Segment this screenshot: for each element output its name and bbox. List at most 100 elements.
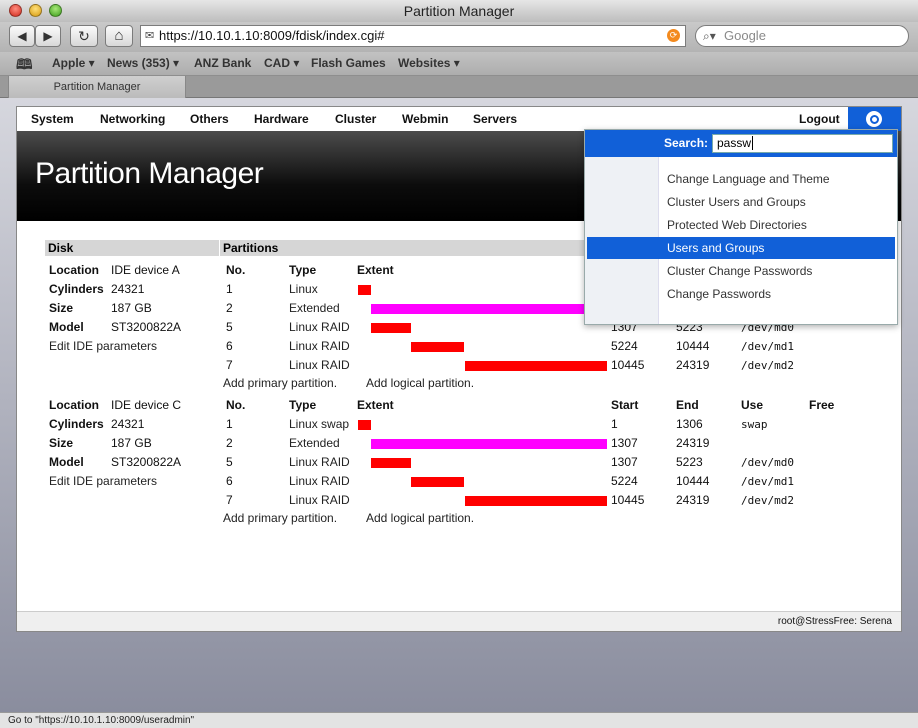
extent-bar (411, 477, 464, 487)
close-window-button[interactable] (9, 4, 22, 17)
menu-others[interactable]: Others (190, 112, 229, 126)
partition-type-link[interactable]: Linux RAID (289, 358, 350, 372)
search-result-item[interactable]: Protected Web Directories (585, 214, 897, 236)
col-extent: Extent (357, 263, 394, 277)
add-primary-partition-link[interactable]: Add primary partition. (223, 511, 337, 525)
forward-button[interactable]: ▶ (35, 25, 61, 47)
extent-bar (371, 439, 607, 449)
search-input[interactable]: passw (712, 134, 893, 153)
search-result-item[interactable]: Cluster Users and Groups (585, 191, 897, 213)
minimize-window-button[interactable] (29, 4, 42, 17)
bookmarks-book-icon[interactable]: 🕮 (16, 54, 33, 78)
search-result-label: Cluster Change Passwords (667, 264, 813, 278)
search-dropdown: Search: passw Change Language and Theme … (584, 129, 898, 325)
partition-type-link[interactable]: Linux swap (289, 417, 349, 431)
zoom-window-button[interactable] (49, 4, 62, 17)
search-result-label: Protected Web Directories (667, 218, 807, 232)
menu-webmin[interactable]: Webmin (402, 112, 448, 126)
cylinders-value: 24321 (111, 282, 145, 296)
size-value: 187 GB (111, 301, 152, 315)
search-icon: ⌕▾ (703, 29, 716, 43)
cylinders-label: Cylinders (49, 282, 104, 296)
partition-end: 1306 (676, 417, 703, 431)
partition-no: 2 (226, 436, 233, 450)
model-value: ST3200822A (111, 320, 182, 334)
tab-bar: Partition Manager (0, 76, 918, 98)
menu-cluster[interactable]: Cluster (335, 112, 376, 126)
partition-end: 10444 (676, 474, 710, 488)
add-logical-partition-link[interactable]: Add logical partition. (366, 511, 474, 525)
search-header: Search: passw (585, 130, 897, 157)
location-value: IDE device C (111, 398, 182, 412)
logout-link[interactable]: Logout (799, 112, 840, 126)
search-icon (866, 111, 882, 127)
partition-start: 1 (611, 417, 618, 431)
partition-no: 5 (226, 320, 233, 334)
google-search-input[interactable]: ⌕▾ Google (695, 25, 909, 47)
tab-label: Partition Manager (53, 81, 141, 93)
search-result-item[interactable]: Cluster Change Passwords (585, 260, 897, 282)
reload-icon: ↻ (78, 28, 90, 44)
col-start: Start (611, 398, 639, 412)
partition-type-link[interactable]: Linux (289, 282, 318, 296)
search-result-label: Users and Groups (667, 241, 765, 255)
window-title: Partition Manager (403, 3, 515, 19)
extent-bar (371, 323, 411, 333)
rss-icon[interactable]: ⟳ (667, 29, 680, 42)
menu-servers[interactable]: Servers (473, 112, 517, 126)
add-logical-partition-link[interactable]: Add logical partition. (366, 376, 474, 390)
menu-networking[interactable]: Networking (100, 112, 165, 126)
window-titlebar: Partition Manager (0, 0, 918, 22)
reload-button[interactable]: ↻ (70, 25, 98, 47)
home-button[interactable]: ⌂ (105, 25, 133, 47)
partition-use: /dev/md1 (741, 475, 794, 488)
location-label: Location (49, 263, 99, 277)
partition-end: 24319 (676, 358, 710, 372)
bookmark-anz-bank[interactable]: ANZ Bank (194, 56, 251, 70)
partition-type-link[interactable]: Linux RAID (289, 339, 350, 353)
back-button[interactable]: ◀ (9, 25, 35, 47)
partition-type-link[interactable]: Extended (289, 301, 340, 315)
col-type: Type (289, 263, 317, 277)
partition-use: /dev/md0 (741, 456, 794, 469)
search-input-value: passw (717, 136, 752, 150)
search-result-label: Cluster Users and Groups (667, 195, 806, 209)
menu-hardware[interactable]: Hardware (254, 112, 309, 126)
cylinders-value: 24321 (111, 417, 145, 431)
menu-system[interactable]: System (31, 112, 74, 126)
address-bar[interactable]: ✉ https://10.10.1.10:8009/fdisk/index.cg… (140, 25, 686, 47)
search-toggle-button[interactable] (848, 107, 901, 131)
bookmark-cad[interactable]: CAD ▾ (264, 56, 299, 70)
edit-ide-parameters-link[interactable]: Edit IDE parameters (49, 474, 157, 488)
model-label: Model (49, 455, 84, 469)
extent-bar (465, 496, 607, 506)
size-value: 187 GB (111, 436, 152, 450)
search-result-item-selected[interactable]: Users and Groups (587, 237, 895, 259)
bookmark-apple[interactable]: Apple ▾ (52, 56, 95, 70)
tab-partition-manager[interactable]: Partition Manager (8, 76, 186, 98)
extent-bar (371, 304, 585, 314)
partition-type-link[interactable]: Linux RAID (289, 493, 350, 507)
partition-start: 10445 (611, 493, 645, 507)
partition-type-link[interactable]: Linux RAID (289, 320, 350, 334)
model-label: Model (49, 320, 84, 334)
search-result-item[interactable]: Change Language and Theme (585, 168, 897, 190)
search-result-label: Change Language and Theme (667, 172, 830, 186)
search-result-item[interactable]: Change Passwords (585, 283, 897, 305)
edit-ide-parameters-link[interactable]: Edit IDE parameters (49, 339, 157, 353)
bookmark-flash-games[interactable]: Flash Games (311, 56, 386, 70)
partition-end: 24319 (676, 436, 710, 450)
add-primary-partition-link[interactable]: Add primary partition. (223, 376, 337, 390)
partition-no: 6 (226, 474, 233, 488)
bookmark-websites[interactable]: Websites ▾ (398, 56, 460, 70)
partition-type-link[interactable]: Linux RAID (289, 455, 350, 469)
home-icon: ⌂ (114, 27, 124, 44)
bookmark-news[interactable]: News (353) ▾ (107, 56, 179, 70)
top-menu: System Networking Others Hardware Cluste… (17, 107, 901, 131)
partition-type-link[interactable]: Extended (289, 436, 340, 450)
partition-type-link[interactable]: Linux RAID (289, 474, 350, 488)
partition-no: 2 (226, 301, 233, 315)
col-no: No. (226, 398, 246, 412)
partitions-header: Partitions (220, 240, 590, 256)
partition-end: 5223 (676, 455, 703, 469)
